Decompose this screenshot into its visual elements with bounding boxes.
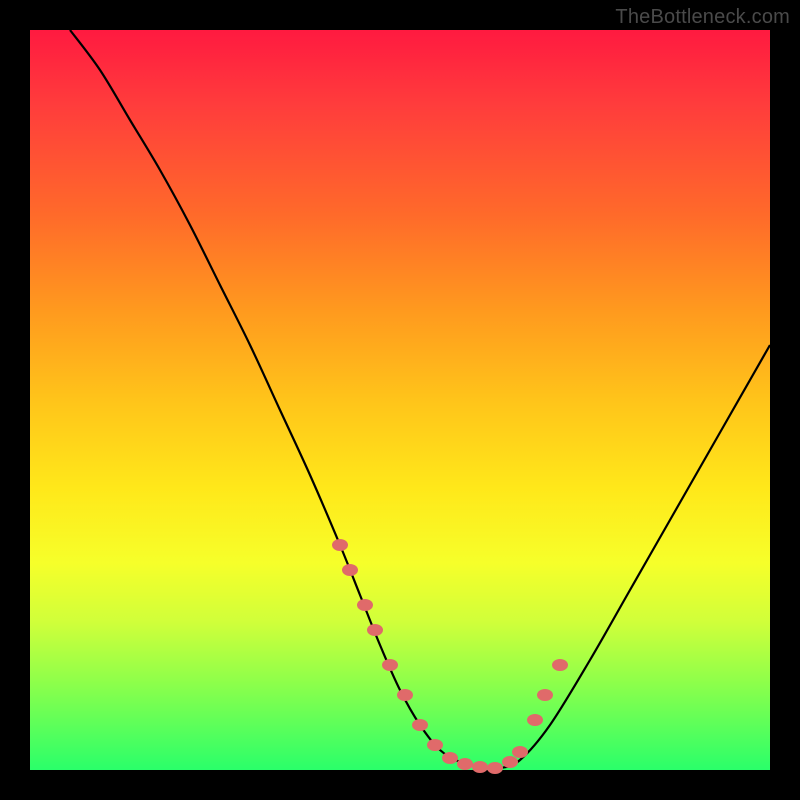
marker-point (502, 756, 518, 768)
bottleneck-curve (70, 30, 770, 768)
marker-point (527, 714, 543, 726)
marker-point (442, 752, 458, 764)
marker-point (397, 689, 413, 701)
marker-point (552, 659, 568, 671)
marker-point (382, 659, 398, 671)
marker-group (332, 539, 568, 774)
chart-frame: TheBottleneck.com (0, 0, 800, 800)
watermark-text: TheBottleneck.com (615, 6, 790, 29)
marker-point (342, 564, 358, 576)
marker-point (332, 539, 348, 551)
marker-point (512, 746, 528, 758)
marker-point (412, 719, 428, 731)
marker-point (487, 762, 503, 774)
marker-point (537, 689, 553, 701)
marker-point (457, 758, 473, 770)
marker-point (472, 761, 488, 773)
marker-point (427, 739, 443, 751)
marker-point (357, 599, 373, 611)
curve-svg (30, 30, 770, 770)
plot-area (30, 30, 770, 770)
marker-point (367, 624, 383, 636)
